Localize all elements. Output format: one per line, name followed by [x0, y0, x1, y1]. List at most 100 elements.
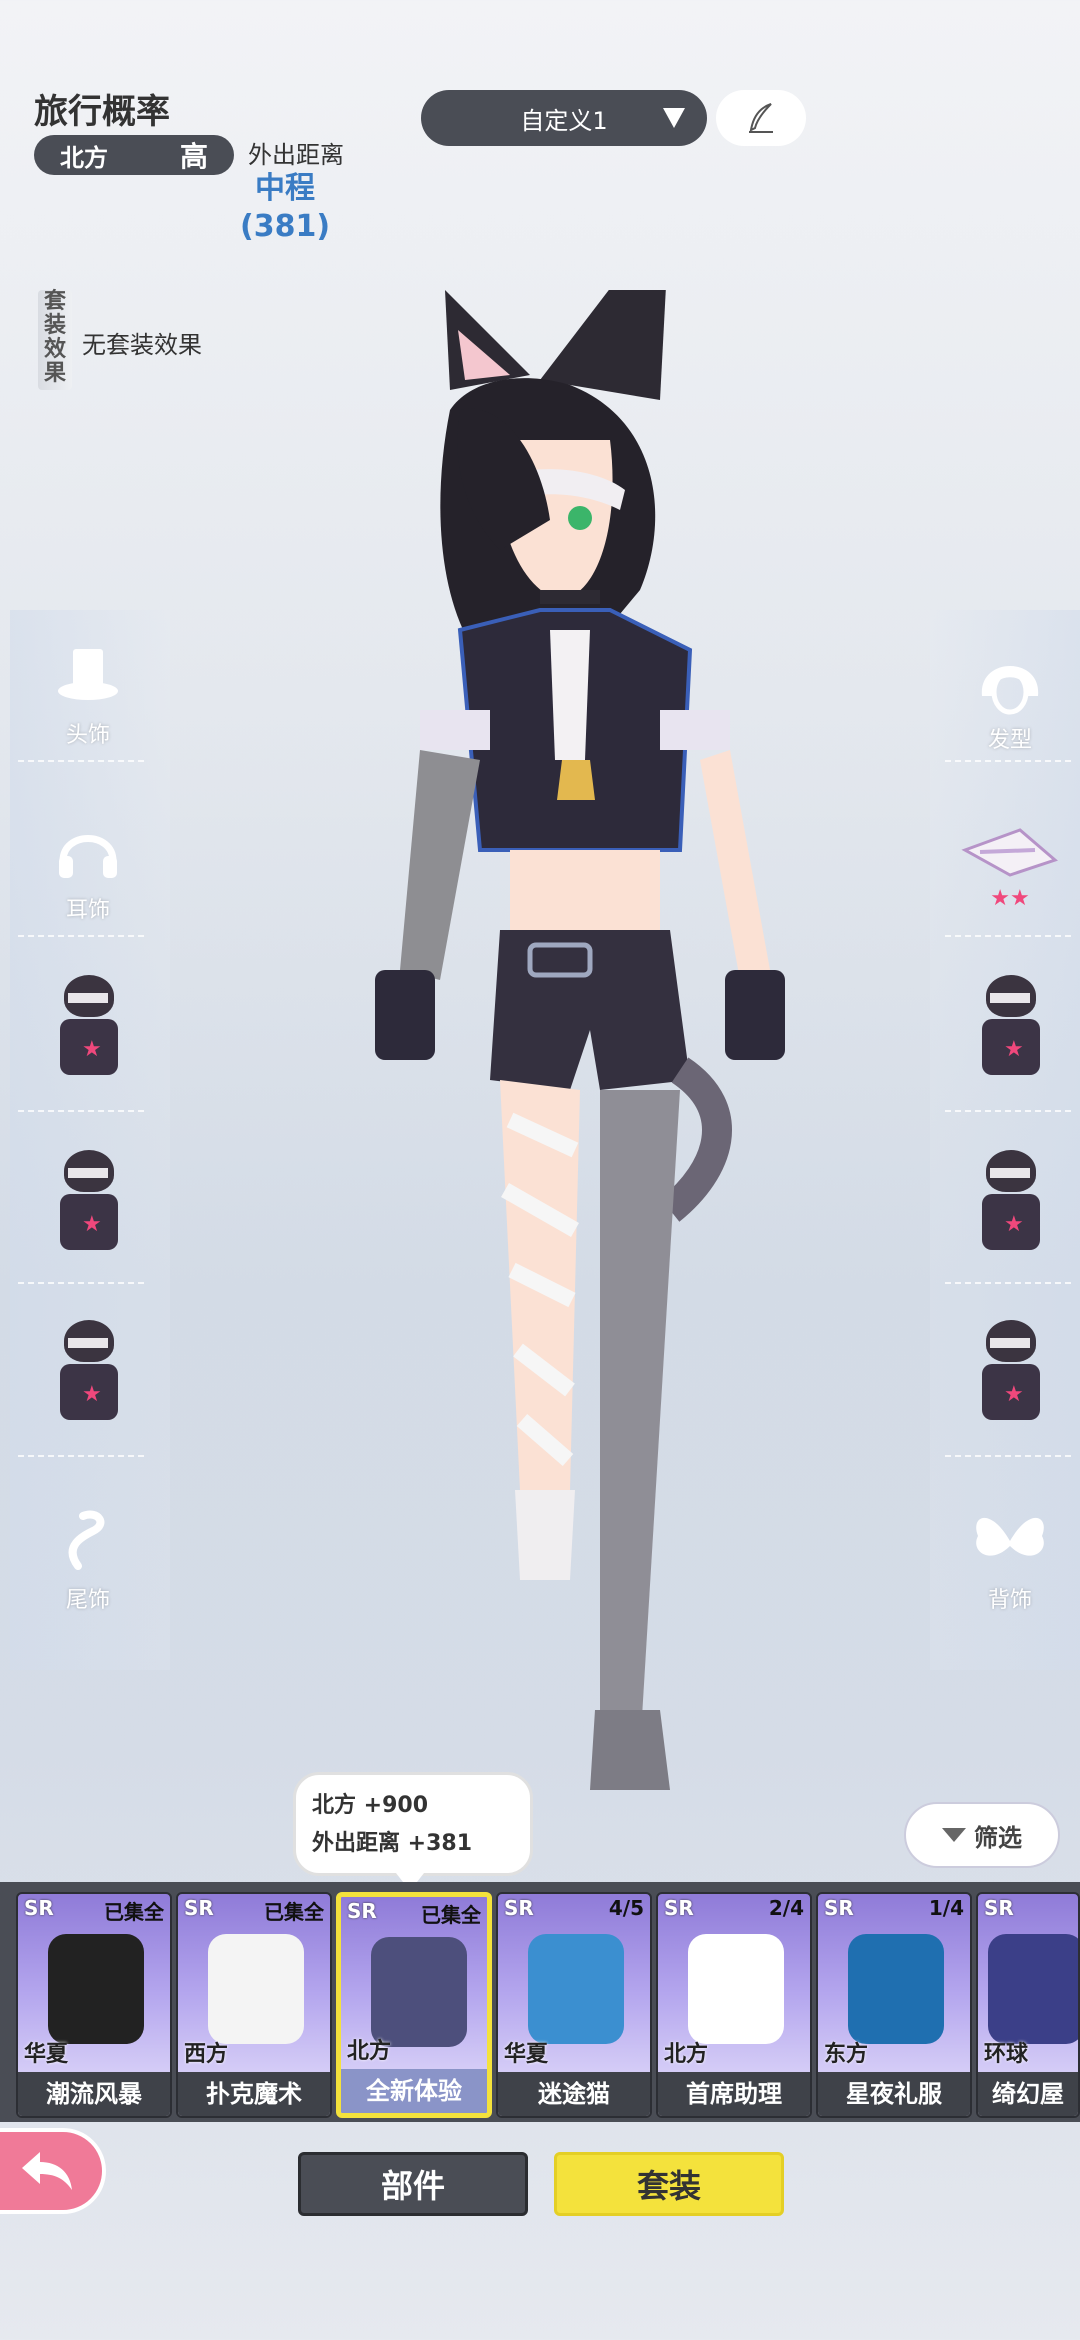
outfit-name: 星夜礼服 — [818, 2072, 970, 2116]
outfit-thumb: ★ — [58, 1320, 118, 1430]
collection-status: 已集全 — [104, 1900, 164, 1924]
outfit-thumb: ★ — [980, 1320, 1040, 1430]
rename-button[interactable] — [716, 90, 806, 146]
slot-label: 背饰 — [987, 1588, 1032, 1613]
star-icon: ★ — [1004, 1382, 1024, 1407]
filter-label: 筛选 — [974, 1823, 1022, 1852]
slot-outfit-thumb[interactable]: ★ — [18, 1120, 158, 1290]
collection-status: 已集全 — [421, 1903, 481, 1927]
preset-dropdown[interactable]: 自定义1 — [421, 90, 707, 146]
slot-divider — [18, 1455, 148, 1457]
collection-status: 4/5 — [608, 1896, 644, 1920]
hat-icon — [58, 649, 118, 700]
outfit-thumbnail — [208, 1934, 304, 2044]
slot-divider — [945, 1110, 1075, 1112]
outfit-thumb: ★ — [980, 975, 1040, 1085]
slot-label: 头饰 — [65, 723, 110, 748]
wings-icon — [976, 1517, 1044, 1556]
rarity-badge: SR — [664, 1896, 694, 1920]
set-effect-char: 套 — [43, 289, 66, 314]
slot-outfit-thumb[interactable]: ★ — [940, 1120, 1080, 1290]
distance-range: 中程 — [255, 171, 315, 206]
funnel-icon — [942, 1828, 966, 1842]
outfit-region: 北方 — [347, 2039, 392, 2064]
stat-tooltip: 北方 +900 外出距离 +381 — [293, 1772, 533, 1891]
slot-outfit-thumb[interactable]: ★ — [940, 945, 1080, 1115]
back-button[interactable] — [0, 2128, 106, 2214]
outfit-region: 华夏 — [24, 2042, 69, 2067]
feather-pen-icon — [749, 103, 773, 133]
probability-level: 高 — [179, 140, 208, 173]
accessory-thumb — [961, 827, 1058, 877]
outfit-card[interactable]: SR 4/5 华夏 迷途猫 — [496, 1892, 652, 2118]
filter-button[interactable]: 筛选 — [904, 1802, 1060, 1868]
rarity-badge: SR — [347, 1899, 377, 1923]
outfit-thumbnail — [988, 1934, 1078, 2044]
slot-outfit-thumb[interactable]: ★ — [18, 1290, 158, 1460]
back-arrow-icon — [22, 2152, 72, 2190]
set-effect-char: 效 — [43, 337, 66, 362]
outfit-name: 首席助理 — [658, 2072, 810, 2116]
slot-label: 尾饰 — [65, 1588, 110, 1613]
outfit-card[interactable]: SR 环球 绮幻屋 — [976, 1892, 1080, 2118]
outfit-region: 西方 — [184, 2042, 229, 2067]
hair-icon — [981, 666, 1039, 715]
star-icon: ★ — [1004, 1212, 1024, 1237]
outfit-card-selected[interactable]: SR 已集全 北方 全新体验 — [336, 1892, 492, 2118]
slot-accessory[interactable]: ★★ — [940, 780, 1080, 950]
slot-divider — [945, 935, 1075, 937]
slot-label: 耳饰 — [65, 898, 110, 923]
dropdown-triangle-icon — [663, 108, 685, 128]
outfit-thumb: ★ — [58, 1150, 118, 1260]
slot-divider — [945, 760, 1075, 762]
tab-set[interactable]: 套装 — [554, 2152, 784, 2216]
slot-earwear[interactable]: 耳饰 — [18, 785, 158, 955]
collection-status: 1/4 — [928, 1896, 964, 1920]
rarity-badge: SR — [24, 1896, 54, 1920]
outfit-name: 全新体验 — [341, 2069, 487, 2113]
star-icon: ★ — [82, 1212, 102, 1237]
slot-label: 发型 — [987, 728, 1032, 753]
outfit-card[interactable]: SR 2/4 北方 首席助理 — [656, 1892, 812, 2118]
slot-headwear[interactable]: 头饰 — [18, 610, 158, 780]
outfit-thumb: ★ — [58, 975, 118, 1085]
outfit-region: 华夏 — [504, 2042, 549, 2067]
rarity-stars: ★★ — [990, 885, 1030, 911]
slot-divider — [18, 1282, 148, 1284]
outfit-name: 绮幻屋 — [978, 2072, 1078, 2116]
outfit-thumbnail — [528, 1934, 624, 2044]
outfit-region: 北方 — [664, 2042, 709, 2067]
outfit-name: 潮流风暴 — [18, 2072, 170, 2116]
set-effect-text: 无套装效果 — [82, 331, 202, 359]
set-effect-vertical-label: 套 装 效 果 — [42, 290, 68, 386]
outfit-thumb: ★ — [980, 1150, 1040, 1260]
distance-value: 中程 (381) — [240, 170, 330, 246]
slot-outfit-thumb[interactable]: ★ — [940, 1290, 1080, 1460]
direction-badge: 北方 高 — [34, 135, 234, 175]
outfit-name: 迷途猫 — [498, 2072, 650, 2116]
outfit-card[interactable]: SR 1/4 东方 星夜礼服 — [816, 1892, 972, 2118]
outfit-card[interactable]: SR 已集全 西方 扑克魔术 — [176, 1892, 332, 2118]
star-icon: ★ — [82, 1382, 102, 1407]
character-model[interactable] — [340, 290, 820, 1840]
slot-hairstyle[interactable]: 发型 — [940, 610, 1080, 780]
collection-status: 2/4 — [768, 1896, 804, 1920]
tab-parts[interactable]: 部件 — [298, 2152, 528, 2216]
outfit-region: 东方 — [824, 2042, 869, 2067]
travel-probability-title: 旅行概率 — [34, 92, 170, 132]
slot-backwear[interactable]: 背饰 — [940, 1475, 1080, 1645]
slot-outfit-thumb[interactable]: ★ — [18, 945, 158, 1115]
distance-number: (381) — [240, 209, 331, 244]
tooltip-direction-bonus: 北方 +900 — [312, 1793, 429, 1818]
preset-label: 自定义1 — [520, 106, 608, 135]
rarity-badge: SR — [824, 1896, 854, 1920]
outfit-name: 扑克魔术 — [178, 2072, 330, 2116]
tooltip-distance-bonus: 外出距离 +381 — [312, 1831, 473, 1856]
slot-divider — [18, 760, 148, 762]
outfit-region: 环球 — [984, 2042, 1029, 2067]
set-effect-char: 装 — [43, 313, 66, 338]
outfit-card[interactable]: SR 已集全 华夏 潮流风暴 — [16, 1892, 172, 2118]
distance-label: 外出距离 — [248, 141, 344, 169]
slot-tail[interactable]: 尾饰 — [18, 1475, 158, 1645]
rarity-badge: SR — [184, 1896, 214, 1920]
